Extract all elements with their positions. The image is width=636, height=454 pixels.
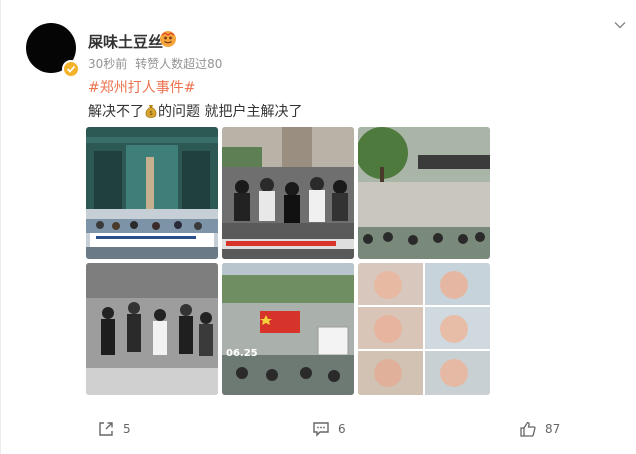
weibo-post-card: 屎味土豆丝 30秒前 转赞人数超过80 #郑州打人事件# 解决不了 $ 的问题 就把… [0, 0, 636, 454]
post-source: 转赞人数超过80 [135, 57, 223, 71]
thumbs-up-icon [520, 421, 536, 437]
post-image-4[interactable] [86, 263, 218, 395]
post-text-after: 的问题 就把户主解决了 [158, 104, 303, 120]
username[interactable]: 屎味土豆丝 [88, 31, 163, 52]
verified-badge-icon [62, 60, 80, 78]
post-image-2[interactable] [222, 127, 354, 259]
chevron-down-icon[interactable] [613, 18, 627, 32]
svg-text:$: $ [149, 110, 153, 117]
member-emoji-icon [160, 31, 176, 47]
hashtag-link[interactable]: #郑州打人事件# [88, 77, 195, 97]
post-text: 解决不了 $ 的问题 就把户主解决了 [88, 101, 302, 121]
post-image-1[interactable] [86, 127, 218, 259]
post-image-5[interactable]: 06.25 [222, 263, 354, 395]
post-image-3[interactable] [358, 127, 490, 259]
post-text-before: 解决不了 [88, 104, 144, 120]
post-meta: 30秒前 转赞人数超过80 [88, 55, 226, 72]
post-time[interactable]: 30秒前 [88, 57, 127, 71]
comment-button[interactable]: 6 [312, 420, 346, 438]
image-grid: 06.25 [86, 127, 490, 395]
share-icon [99, 422, 113, 436]
comment-icon [313, 422, 329, 437]
share-count: 5 [123, 422, 131, 436]
post-image-6[interactable] [358, 263, 490, 395]
like-count: 87 [545, 422, 561, 436]
money-bag-icon: $ [145, 105, 157, 118]
image-date-stamp: 06.25 [226, 348, 258, 359]
share-button[interactable]: 5 [97, 420, 131, 438]
comment-count: 6 [338, 422, 346, 436]
like-button[interactable]: 87 [519, 420, 560, 438]
action-bar: 5 6 87 [1, 410, 636, 450]
